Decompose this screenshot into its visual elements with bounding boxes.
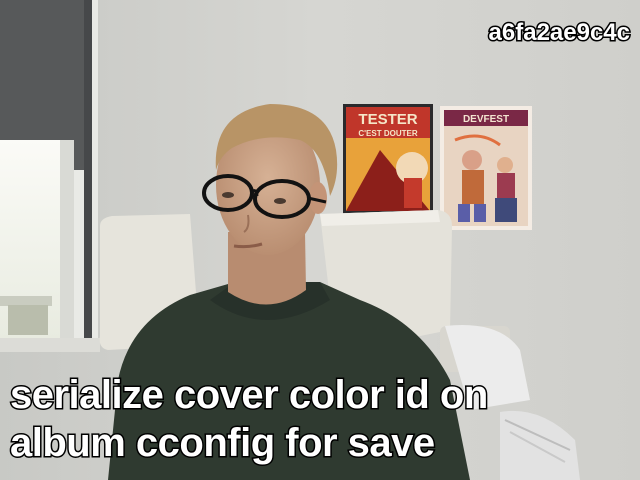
webcam-scene: TESTER C'EST DOUTER DEVFEST a6fa2ae9c4c … [0,0,640,480]
frame-hash-label: a6fa2ae9c4c [489,19,630,46]
poster-left-subtitle: C'EST DOUTER [358,129,417,138]
window [0,0,100,352]
caption-line-2: album cconfig for save [10,421,435,465]
caption-line-1: serialize cover color id on [10,373,488,417]
poster-devfest: DEVFEST [440,106,532,230]
poster-left-title: TESTER [358,111,417,128]
video-frame: TESTER C'EST DOUTER DEVFEST a6fa2ae9c4c … [0,0,640,480]
poster-tester: TESTER C'EST DOUTER [343,104,433,214]
poster-right-title: DEVFEST [463,114,509,125]
